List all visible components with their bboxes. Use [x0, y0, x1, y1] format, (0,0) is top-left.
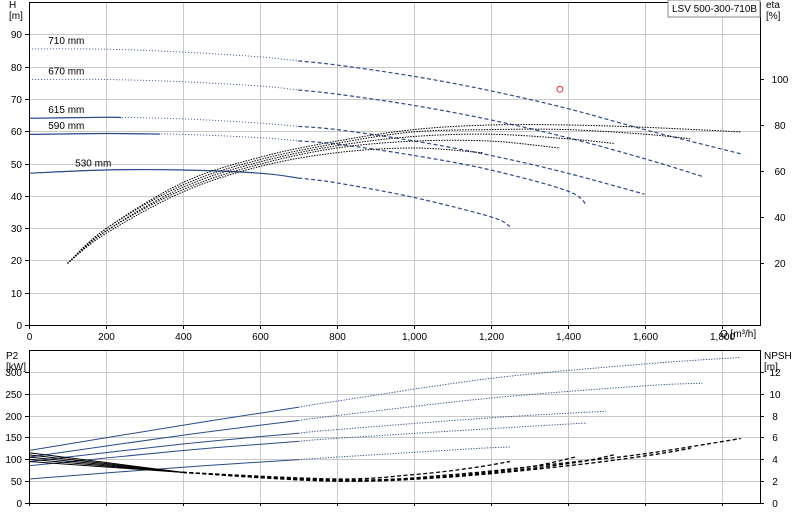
power-curve-solid: [28, 420, 299, 458]
y-tick-label: 20: [11, 256, 23, 267]
y-tick-label: 80: [11, 63, 23, 74]
y2-tick-label: 20: [774, 259, 786, 270]
y2-tick-label: 4: [772, 455, 778, 466]
y-tick-label: 70: [11, 95, 23, 106]
x-tick-label: 1,600: [633, 332, 658, 343]
power-curve-dotted: [298, 382, 703, 421]
x-tick-label: 1,400: [556, 332, 581, 343]
y2-tick-label: 100: [772, 75, 789, 86]
curve-label: 710 mm: [48, 36, 84, 47]
y-tick-label: 0: [16, 499, 22, 510]
y-tick-label: 10: [11, 289, 23, 300]
head-curve-high-flow: [298, 60, 741, 155]
y-tick-label: 90: [11, 30, 23, 41]
y-tick-label: 30: [11, 224, 23, 235]
y-tick-label: 0: [16, 321, 22, 332]
x-tick-label: 1,200: [479, 332, 504, 343]
y-tick-label: 150: [5, 433, 22, 444]
y2-tick-label: 2: [772, 477, 778, 488]
efficiency-curve: [67, 133, 614, 264]
head-curve-high-flow: [298, 177, 511, 228]
head-curve-low-flow: [28, 132, 299, 142]
head-curve-solid: [28, 116, 122, 119]
power-and-npsh-curves: [28, 356, 741, 482]
y-tick-label: 40: [11, 192, 23, 203]
efficiency-curve: [67, 147, 484, 264]
y2-tick-label: 80: [774, 121, 786, 132]
pump-curve-chart: 710 mm670 mm615 mm590 mm530 mm 0 200 400 60…: [5, 0, 792, 510]
head-curve-solid: [28, 132, 160, 135]
x-tick-label: 200: [98, 332, 115, 343]
x-axis-label-q: Q [m³/h]: [720, 329, 756, 340]
y2-axis-label-eta: eta [%]: [766, 0, 781, 22]
head-curve-high-flow: [298, 140, 588, 206]
head-curve-low-flow: [28, 48, 299, 62]
head-curve-solid: [28, 168, 299, 179]
npsh-curve-solid: [28, 461, 183, 473]
y2-tick-label: 6: [772, 433, 778, 444]
y-tick-label: 50: [11, 477, 23, 488]
y2-tick-label: 10: [769, 390, 781, 401]
y2-tick-label: 40: [774, 213, 786, 224]
curve-label: 670 mm: [48, 67, 84, 78]
chart-title: LSV 500-300-710B: [672, 4, 757, 15]
y-axis-label-p2: P2 [kW]: [6, 351, 26, 373]
y2-tick-label: 0: [772, 499, 778, 510]
y-tick-label: 200: [5, 412, 22, 423]
power-curve-dotted: [298, 422, 587, 442]
y-tick-label: 250: [5, 390, 22, 401]
x-tick-label: 1,000: [402, 332, 427, 343]
curve-label: 615 mm: [48, 105, 84, 116]
y-axis-label-h: H [m]: [9, 0, 23, 22]
duty-point-marker: [556, 85, 564, 93]
x-tick-label: 800: [329, 332, 346, 343]
head-curve-low-flow: [28, 78, 299, 91]
top-grid: [29, 2, 760, 325]
bottom-plot-frame: [29, 350, 761, 504]
y2-tick-label: 8: [772, 412, 778, 423]
y-tick-label: 50: [11, 160, 23, 171]
curve-label: 530 mm: [75, 158, 111, 169]
head-curve-high-flow: [298, 125, 645, 195]
power-curve-dotted: [298, 446, 510, 461]
head-curve-high-flow: [298, 89, 703, 177]
y-tick-label: 100: [5, 455, 22, 466]
y2-tick-label: 60: [774, 167, 786, 178]
x-tick-label: 600: [252, 332, 269, 343]
power-curve-dotted: [298, 356, 741, 408]
x-tick-label: 400: [175, 332, 192, 343]
head-and-efficiency-curves: 710 mm 670 mm 615 mm 590 mm 530 mm: [28, 36, 741, 264]
curve-label: 590 mm: [48, 121, 84, 132]
y-tick-label: 60: [11, 127, 23, 138]
axes: [25, 2, 764, 506]
title-box: LSV 500-300-710B: [667, 0, 761, 18]
x-tick-label: 0: [27, 332, 33, 343]
efficiency-curve: [67, 139, 560, 264]
